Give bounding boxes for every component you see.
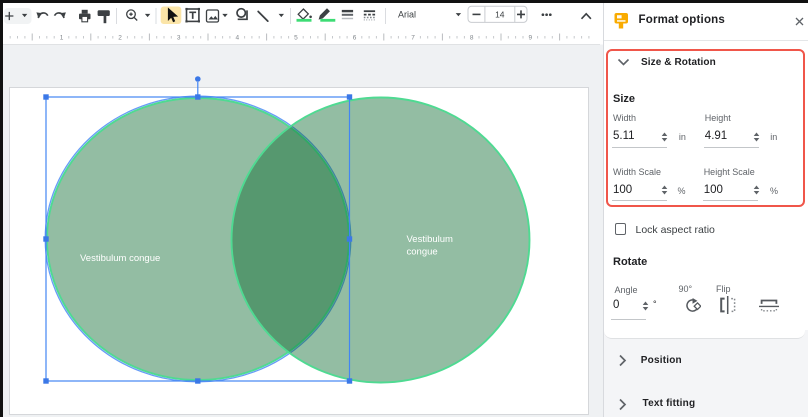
svg-text:3: 3: [177, 35, 181, 42]
svg-text:9: 9: [528, 35, 532, 42]
svg-text:Vestibulum congue: Vestibulum congue: [80, 253, 160, 264]
svg-text:2: 2: [118, 35, 122, 42]
svg-text:14: 14: [495, 9, 505, 19]
svg-text:Arial: Arial: [398, 9, 416, 19]
svg-text:7: 7: [411, 35, 415, 42]
svg-text:5: 5: [294, 35, 298, 42]
svg-text:4: 4: [235, 35, 239, 42]
svg-text:congue: congue: [407, 246, 438, 257]
svg-text:6: 6: [353, 35, 357, 42]
svg-text:Vestibulum: Vestibulum: [407, 234, 454, 245]
svg-text:1: 1: [60, 35, 64, 42]
svg-text:8: 8: [470, 35, 474, 42]
